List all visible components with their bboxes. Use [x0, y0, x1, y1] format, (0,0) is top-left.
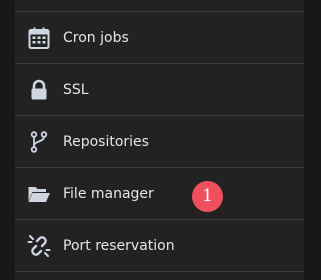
lock-icon: [27, 78, 51, 102]
calendar-icon: [27, 26, 51, 50]
menu-item-label: SSL: [63, 82, 89, 98]
menu-item-cron-jobs[interactable]: Cron jobs: [15, 12, 304, 64]
menu-item-partial-top[interactable]: [15, 0, 304, 12]
menu-item-label: Port reservation: [63, 238, 175, 254]
menu-item-label: File manager: [63, 186, 154, 202]
menu-item-partial-bottom[interactable]: [15, 271, 304, 280]
menu-item-file-manager[interactable]: File manager: [15, 168, 304, 220]
broken-link-icon: [27, 234, 51, 258]
sidebar-menu: Cron jobs SSL Repositories File manager …: [15, 0, 304, 280]
menu-item-label: Repositories: [63, 134, 149, 150]
git-branch-icon: [27, 130, 51, 154]
folder-open-icon: [27, 182, 51, 206]
menu-item-ssl[interactable]: SSL: [15, 64, 304, 116]
menu-item-label: Cron jobs: [63, 30, 129, 46]
notification-badge: 1: [192, 181, 223, 212]
menu-item-port-reservation[interactable]: Port reservation: [15, 220, 304, 272]
menu-item-repositories[interactable]: Repositories: [15, 116, 304, 168]
